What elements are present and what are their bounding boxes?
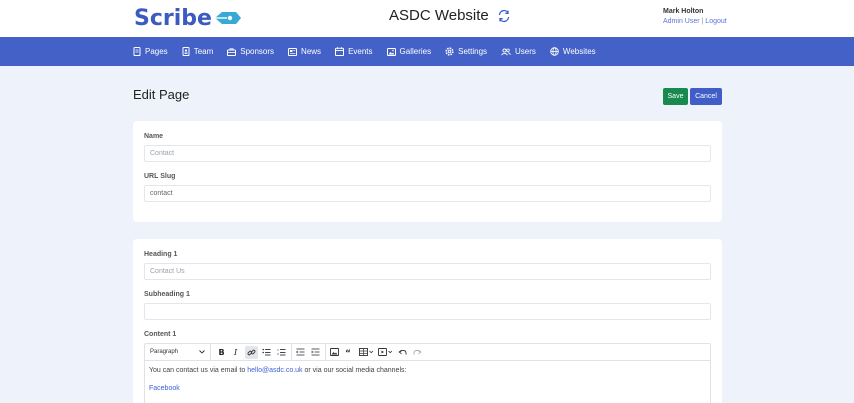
table-button[interactable] (358, 346, 375, 359)
outdent-icon (296, 348, 305, 356)
svg-text:B: B (219, 348, 225, 356)
gear-icon (445, 47, 454, 56)
redo-button[interactable] (411, 346, 424, 359)
image-icon (386, 47, 396, 56)
nav-item-label: Sponsors (240, 47, 275, 56)
block-format-select[interactable]: Paragraph (145, 343, 211, 361)
page-details-card: Name Contact URL Slug contact (133, 121, 722, 222)
link-button[interactable] (245, 345, 258, 359)
nav-item-label: Team (193, 47, 214, 56)
quote-icon: “ (345, 349, 351, 356)
redo-icon (413, 349, 422, 355)
nav-item-team[interactable]: Team (182, 47, 214, 56)
user-role-link[interactable]: Admin User (663, 18, 700, 25)
undo-button[interactable] (396, 346, 409, 359)
users-icon (501, 47, 511, 55)
top-bar: Scribe ASDC Website Mark Holton Admin Us… (0, 0, 854, 37)
page-icon (133, 47, 141, 56)
svg-text:I: I (233, 348, 238, 356)
nav-item-label: Pages (145, 47, 168, 56)
heading1-input[interactable]: Contact Us (144, 263, 711, 280)
toolbar-divider (291, 343, 292, 361)
nav-item-label: Galleries (399, 47, 432, 56)
nav-item-events[interactable]: Events (335, 47, 373, 56)
outdent-button[interactable] (294, 346, 307, 359)
main-nav: Pages Team Sponsors News Events Gallerie… (0, 37, 854, 66)
nav-item-label: Websites (562, 47, 596, 56)
block-format-value: Paragraph (150, 349, 179, 355)
user-name: Mark Holton (663, 8, 704, 15)
insert-image-button[interactable] (328, 346, 341, 359)
nav-item-pages[interactable]: Pages (133, 47, 168, 56)
subheading1-input[interactable] (144, 303, 711, 320)
media-icon (378, 348, 393, 356)
globe-icon (550, 47, 559, 56)
undo-icon (398, 349, 407, 355)
italic-button[interactable]: I (230, 346, 243, 359)
url-slug-input[interactable]: contact (144, 185, 711, 202)
nav-item-websites[interactable]: Websites (550, 47, 596, 56)
url-slug-label: URL Slug (144, 173, 176, 180)
nav-item-label: Settings (458, 47, 488, 56)
cancel-button[interactable]: Cancel (690, 88, 722, 105)
content1-label: Content 1 (144, 331, 177, 338)
blockquote-button[interactable]: “ (343, 346, 356, 359)
scribe-logo[interactable]: Scribe (134, 5, 242, 31)
pen-nib-icon (214, 12, 241, 24)
subheading1-label: Subheading 1 (144, 291, 190, 298)
site-title: ASDC Website (389, 7, 511, 24)
svg-text:2: 2 (277, 352, 279, 356)
sponsors-icon (227, 47, 237, 56)
nav-item-sponsors[interactable]: Sponsors (227, 47, 274, 56)
bold-button[interactable]: B (215, 346, 228, 359)
toolbar-divider (325, 343, 326, 361)
page-title: Edit Page (133, 87, 190, 102)
numbered-list-button[interactable]: 12 (275, 346, 288, 359)
svg-text:“: “ (345, 349, 351, 356)
switch-site-icon[interactable] (497, 9, 511, 23)
editor-toolbar: Paragraph B I 12 “ (145, 343, 710, 361)
link-icon (247, 349, 256, 355)
bullet-list-button[interactable] (260, 346, 273, 359)
user-menu: Mark Holton Admin User | Logout (663, 7, 727, 27)
indent-button[interactable] (309, 346, 322, 359)
nav-item-news[interactable]: News (288, 47, 321, 56)
nav-item-label: Users (515, 47, 536, 56)
numbered-list-icon: 12 (277, 348, 286, 356)
nav-item-galleries[interactable]: Galleries (386, 47, 432, 56)
heading1-label: Heading 1 (144, 251, 178, 258)
name-input[interactable]: Contact (144, 145, 711, 162)
rich-text-editor: Paragraph B I 12 “ You can contact us vi… (144, 343, 711, 403)
facebook-link[interactable]: Facebook (149, 385, 180, 392)
save-button[interactable]: Save (663, 88, 688, 105)
editor-paragraph: You can contact us via email to hello@as… (149, 367, 407, 374)
site-title-text: ASDC Website (389, 7, 489, 24)
name-label: Name (144, 133, 164, 140)
news-icon (288, 47, 298, 56)
nav-item-users[interactable]: Users (501, 47, 536, 56)
italic-icon: I (233, 348, 238, 356)
table-icon (359, 348, 374, 356)
bullet-list-icon (262, 348, 271, 356)
calendar-icon (335, 47, 345, 56)
logout-link[interactable]: Logout (705, 18, 726, 25)
editor-paragraph: Facebook (149, 384, 706, 394)
media-button[interactable] (377, 346, 394, 359)
nav-item-label: News (301, 47, 322, 56)
content-card: Heading 1 Contact Us Subheading 1 Conten… (133, 239, 722, 403)
logo-text: Scribe (134, 5, 212, 31)
editor-content[interactable]: You can contact us via email to hello@as… (145, 361, 710, 403)
indent-icon (311, 348, 320, 356)
nav-item-label: Events (348, 47, 373, 56)
bold-icon: B (219, 348, 225, 356)
image-icon (330, 348, 339, 356)
team-icon (182, 47, 190, 56)
email-link[interactable]: hello@asdc.co.uk (247, 367, 302, 374)
nav-item-settings[interactable]: Settings (445, 47, 487, 56)
chevron-down-icon (199, 350, 205, 354)
